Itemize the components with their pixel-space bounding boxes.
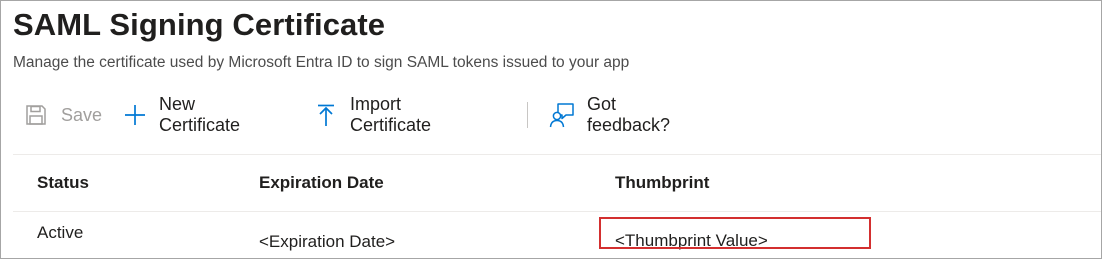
toolbar-divider	[527, 102, 528, 128]
header-divider	[13, 211, 1101, 212]
saml-signing-certificate-panel: SAML Signing Certificate Manage the cert…	[0, 0, 1102, 259]
feedback-button[interactable]: Got feedback?	[549, 94, 671, 135]
cell-expiration-date: <Expiration Date>	[259, 232, 396, 251]
page-subtitle: Manage the certificate used by Microsoft…	[13, 54, 630, 71]
page-title: SAML Signing Certificate	[13, 7, 386, 42]
column-header-status[interactable]: Status	[37, 173, 89, 193]
column-header-expiration-date[interactable]: Expiration Date	[259, 173, 384, 193]
plus-icon	[123, 102, 147, 128]
column-header-thumbprint[interactable]: Thumbprint	[615, 173, 709, 193]
save-icon	[23, 102, 49, 128]
save-button[interactable]: Save	[23, 97, 102, 133]
certificate-table: Status Expiration Date Thumbprint Active…	[13, 154, 1101, 258]
upload-icon	[314, 102, 338, 128]
new-certificate-label: New Certificate	[159, 94, 241, 135]
cell-status: Active	[37, 223, 84, 242]
thumbprint-highlight-box	[599, 217, 871, 249]
save-button-label: Save	[61, 104, 103, 125]
feedback-icon	[549, 102, 575, 128]
import-certificate-label: Import Certificate	[350, 94, 432, 135]
import-certificate-button[interactable]: Import Certificate	[314, 94, 433, 135]
new-certificate-button[interactable]: New Certificate	[123, 94, 242, 135]
feedback-label: Got feedback?	[587, 94, 671, 135]
